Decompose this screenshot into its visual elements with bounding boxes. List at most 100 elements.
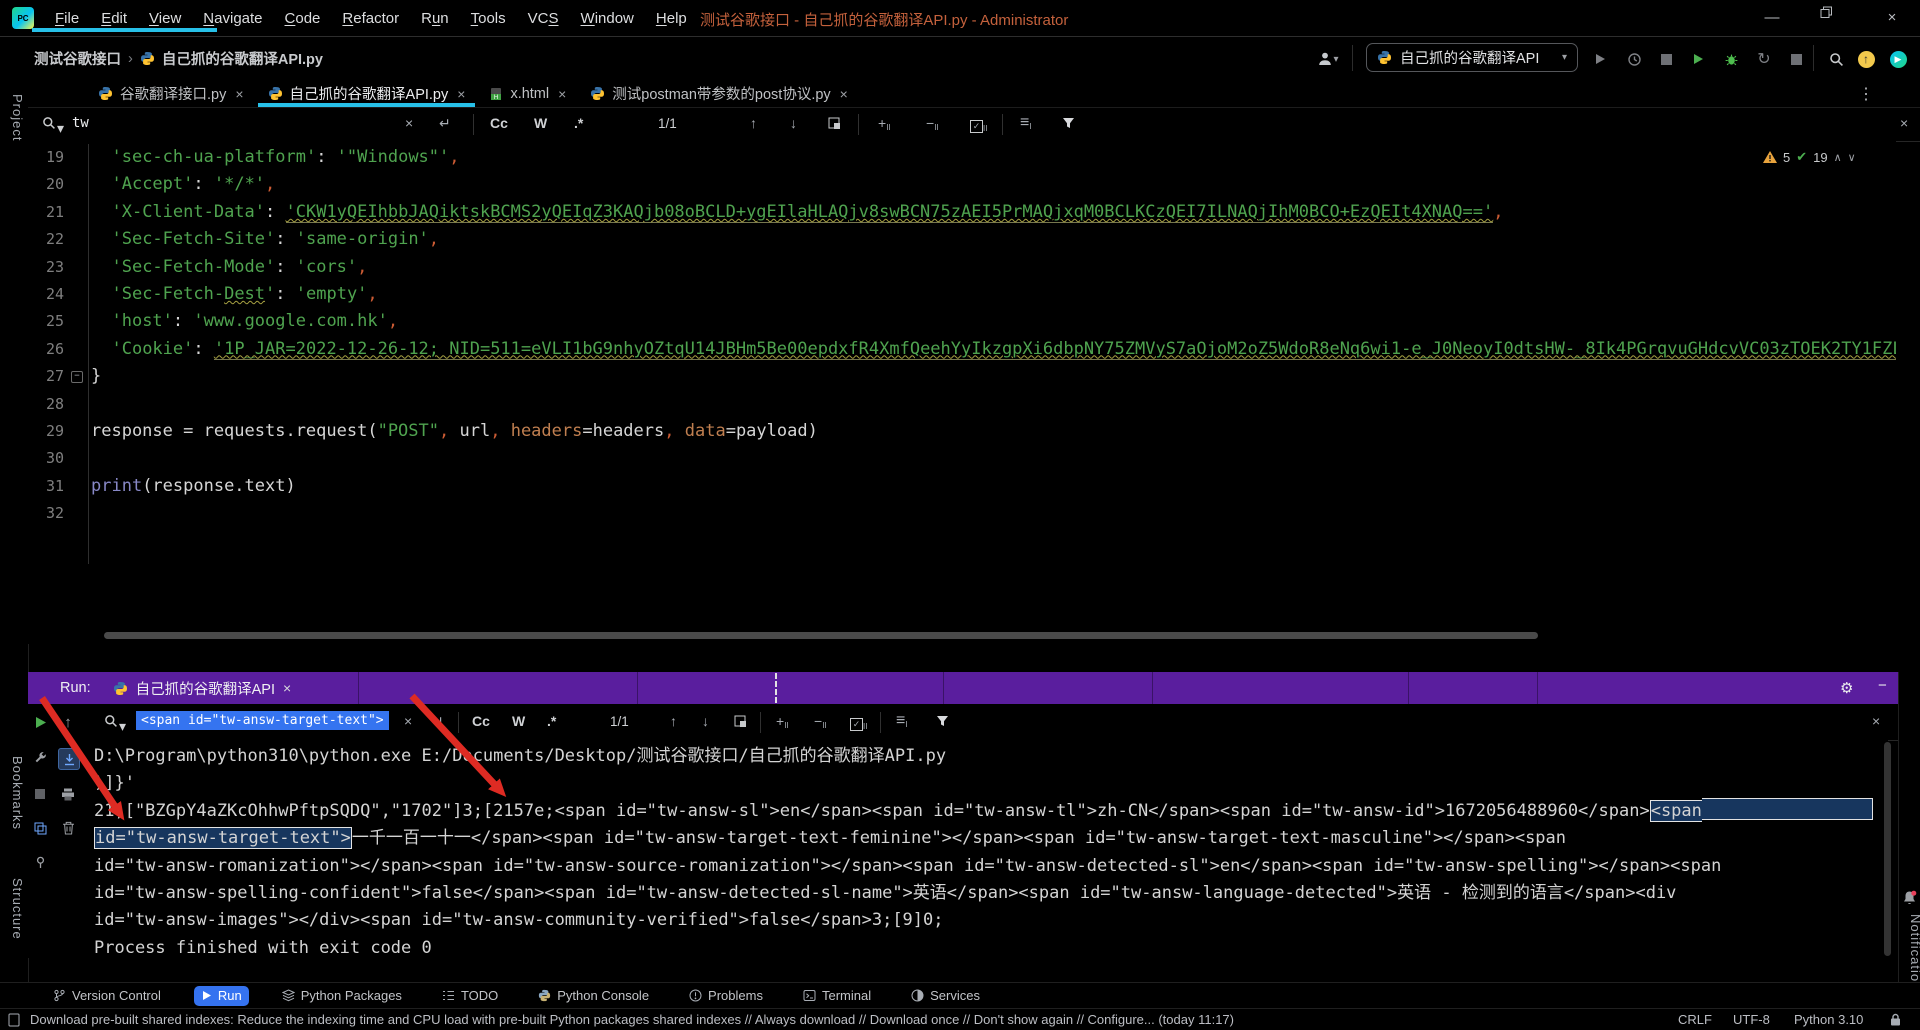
close-tab-icon[interactable]: × — [457, 86, 465, 102]
gutter-line[interactable]: 19 — [28, 144, 88, 171]
words-button[interactable]: W — [534, 115, 547, 131]
line-separator-widget[interactable]: CRLF — [1678, 1012, 1712, 1027]
remove-selection-icon[interactable]: −II — [814, 713, 827, 730]
update-available-icon[interactable]: ↑ — [1854, 47, 1878, 71]
run-green-button[interactable] — [1686, 47, 1710, 71]
close-tab-icon[interactable]: × — [235, 86, 243, 102]
new-line-icon[interactable]: ↵ — [432, 713, 444, 730]
editor-code-area[interactable]: 'sec-ch-ua-platform': '"Windows"', 'Acce… — [91, 144, 1886, 527]
new-line-icon[interactable]: ↵ — [439, 115, 451, 132]
code-line[interactable]: 'Sec-Fetch-Mode': 'cors', — [91, 254, 1886, 281]
rerun-button[interactable] — [30, 712, 50, 732]
gutter-line[interactable]: 28 — [28, 391, 88, 418]
status-message[interactable]: Download pre-built shared indexes: Reduc… — [30, 1012, 1234, 1027]
editor-tab[interactable]: 自己抓的谷歌翻译API.py× — [256, 80, 478, 107]
select-all-occurrences-icon[interactable]: ✓II — [850, 714, 867, 731]
previous-occurrence-icon[interactable]: ↑ — [670, 713, 677, 729]
console-scrollbar[interactable] — [1884, 742, 1891, 956]
gutter-line[interactable]: 24 — [28, 281, 88, 308]
menu-item-help[interactable]: Help — [647, 6, 696, 31]
menu-item-code[interactable]: Code — [276, 6, 330, 31]
close-tab-icon[interactable]: × — [840, 86, 848, 102]
gutter-line[interactable]: 23 — [28, 254, 88, 281]
menu-item-tools[interactable]: Tools — [462, 6, 515, 31]
open-in-find-window-icon[interactable] — [734, 715, 747, 728]
regex-button[interactable]: .* — [574, 115, 583, 131]
gutter-line[interactable]: 21 — [28, 199, 88, 226]
encoding-widget[interactable]: UTF-8 — [1733, 1012, 1770, 1027]
editor-tab[interactable]: Hx.html× — [477, 80, 578, 107]
menu-item-refactor[interactable]: Refactor — [333, 6, 408, 31]
gutter-line[interactable]: 29 — [28, 418, 88, 445]
sidebar-item-bookmarks[interactable]: Bookmarks — [3, 756, 25, 830]
filter-lines-icon[interactable]: ≡I — [1020, 114, 1032, 132]
breadcrumb-file[interactable]: 自己抓的谷歌翻译API.py — [162, 48, 323, 69]
code-line[interactable]: 'Accept': '*/*', — [91, 171, 1886, 198]
gutter-line[interactable]: 30 — [28, 445, 88, 472]
open-in-find-window-icon[interactable] — [828, 117, 841, 130]
code-line[interactable]: 'host': 'www.google.com.hk', — [91, 308, 1886, 335]
code-line[interactable]: 'Cookie': '1P_JAR=2022-12-26-12; NID=511… — [91, 336, 1886, 363]
print-icon[interactable] — [58, 784, 78, 804]
run-tool-window-header[interactable]: Run: 自己抓的谷歌翻译API × ⚙ − — [28, 672, 1920, 704]
fold-marker-icon[interactable]: − — [71, 371, 83, 383]
gutter-line[interactable]: 32 — [28, 500, 88, 527]
sidebar-item-project[interactable]: Project — [3, 94, 25, 141]
profile-button[interactable] — [1622, 47, 1646, 71]
filter-funnel-icon[interactable] — [936, 715, 949, 727]
ide-logo-icon[interactable]: ▶ — [1886, 47, 1910, 71]
debug-bug-button[interactable] — [1719, 47, 1743, 71]
toolwindow-button-python-console[interactable]: Python Console — [531, 986, 656, 1006]
stop-button-disabled[interactable] — [30, 784, 50, 804]
code-line[interactable] — [91, 445, 1886, 472]
run-console[interactable]: D:\Program\python310\python.exe E:/Docum… — [82, 740, 1888, 958]
next-occurrence-icon[interactable]: ↓ — [790, 115, 797, 131]
editor-hscrollbar-thumb[interactable] — [104, 632, 1538, 639]
menu-item-file[interactable]: File — [46, 6, 88, 31]
toolwindow-button-python-packages[interactable]: Python Packages — [275, 986, 409, 1006]
pin-icon[interactable] — [30, 852, 50, 872]
stop-button-2-disabled[interactable] — [1784, 47, 1808, 71]
run-button-disabled[interactable] — [1588, 47, 1612, 71]
clear-search-icon[interactable]: × — [404, 713, 412, 729]
code-line[interactable] — [91, 391, 1886, 418]
run-tab-label[interactable]: 自己抓的谷歌翻译API — [136, 678, 275, 699]
scroll-to-end-icon[interactable] — [58, 748, 80, 770]
add-selection-icon[interactable]: +II — [878, 115, 891, 132]
tab-options-kebab-icon[interactable]: ⋮ — [1858, 84, 1874, 104]
trash-clear-icon[interactable] — [58, 818, 78, 838]
gutter-line[interactable]: 20 — [28, 171, 88, 198]
sidebar-item-structure[interactable]: Structure — [3, 878, 25, 940]
close-find-bar-icon[interactable]: × — [1900, 115, 1908, 131]
menu-item-window[interactable]: Window — [572, 6, 643, 31]
menu-item-run[interactable]: Run — [412, 6, 458, 31]
code-editor[interactable]: 192021222324252627−2829303132 'sec-ch-ua… — [28, 141, 1896, 644]
interpreter-widget[interactable]: Python 3.10 — [1794, 1012, 1863, 1027]
hide-panel-icon[interactable]: − — [1878, 677, 1887, 694]
user-account-button[interactable]: ▾ — [1316, 47, 1340, 71]
match-case-button[interactable]: Cc — [472, 713, 490, 729]
wrench-settings-icon[interactable] — [30, 748, 50, 768]
code-line[interactable]: 'Sec-Fetch-Site': 'same-origin', — [91, 226, 1886, 253]
search-history-chevron-icon[interactable]: ▾ — [119, 718, 126, 735]
clear-search-icon[interactable]: × — [405, 115, 413, 131]
search-history-chevron-icon[interactable]: ▾ — [57, 120, 64, 137]
close-button[interactable]: × — [1878, 6, 1906, 30]
code-line[interactable]: 'X-Client-Data': 'CKW1yQEIhbbJAQiktskBCM… — [91, 199, 1886, 226]
code-line[interactable]: 'sec-ch-ua-platform': '"Windows"', — [91, 144, 1886, 171]
inspections-widget[interactable]: 5 ✔ 19 ∧ ∨ — [1763, 149, 1856, 165]
breadcrumb-project[interactable]: 测试谷歌接口 — [34, 48, 121, 69]
chevron-up-icon[interactable]: ∧ — [1834, 151, 1842, 164]
gutter-line[interactable]: 27− — [28, 363, 88, 390]
chevron-down-icon[interactable]: ∨ — [1848, 151, 1856, 164]
console-search-input[interactable]: <span id="tw-answ-target-text"> — [136, 711, 389, 730]
gutter-line[interactable]: 22 — [28, 226, 88, 253]
words-button[interactable]: W — [512, 713, 525, 729]
stop-button-disabled[interactable] — [1654, 47, 1678, 71]
toolwindow-button-problems[interactable]: Problems — [682, 986, 770, 1006]
match-case-button[interactable]: Cc — [490, 115, 508, 131]
gutter-line[interactable]: 26 — [28, 336, 88, 363]
remove-selection-icon[interactable]: −II — [926, 115, 939, 132]
search-everywhere-icon[interactable] — [1824, 47, 1848, 71]
filter-lines-icon[interactable]: ≡I — [896, 712, 908, 730]
